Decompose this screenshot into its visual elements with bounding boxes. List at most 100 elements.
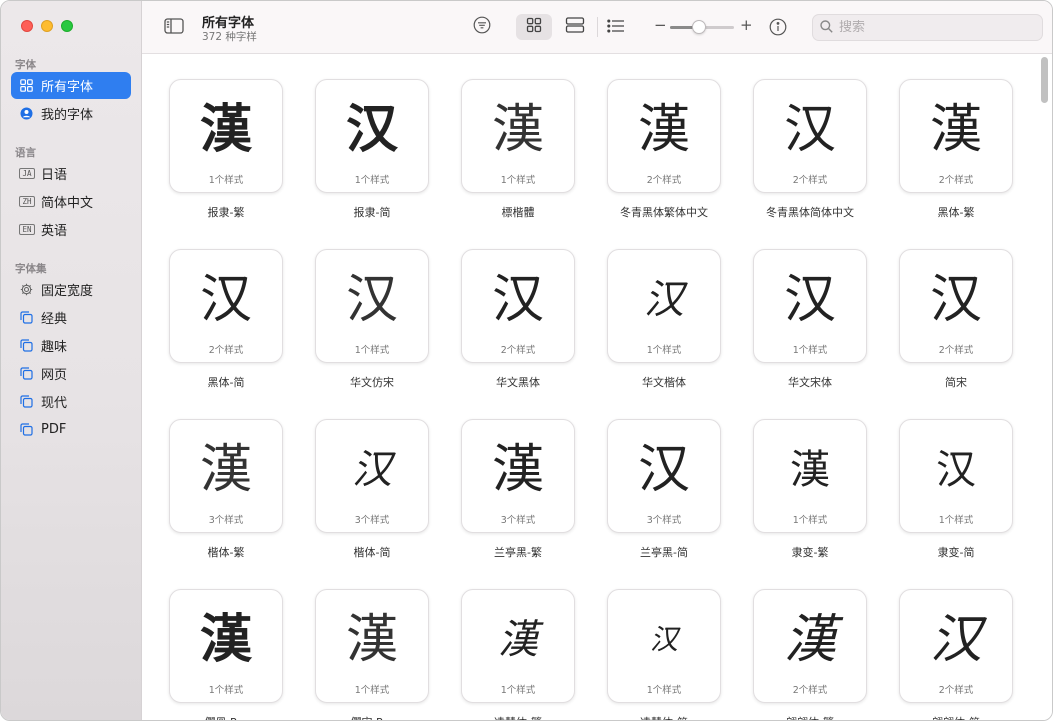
font-card[interactable]: 汉 2个样式黑体-简 (169, 249, 283, 390)
info-button[interactable] (769, 18, 787, 36)
font-card[interactable]: 漢 2个样式 冬青黑体繁体中文 (607, 79, 721, 220)
sidebar-item-pdf[interactable]: PDF (11, 416, 131, 443)
font-name: 凌慧体-简 (607, 714, 721, 720)
font-card[interactable]: 汉 1个样式 报隶-简 (315, 79, 429, 220)
sidebar-section-language: 语言 (15, 147, 36, 159)
font-preview-tile[interactable]: 汉 2个样式 (169, 249, 283, 363)
font-card[interactable]: 汉 1个样式 华文仿宋 (315, 249, 429, 390)
font-card[interactable]: 汉 2个样式 冬青黑体简体中文 (753, 79, 867, 220)
style-count: 3个样式 (208, 515, 244, 526)
font-card[interactable]: 漢 1个样式儷黑 Pro (169, 589, 283, 720)
font-card[interactable]: 漢 1个样式凌慧体-繁 (461, 589, 575, 720)
font-card[interactable]: 漢 3个样式楷体-繁 (169, 419, 283, 560)
font-preview-tile[interactable]: 漢 2个样式 (753, 589, 867, 703)
sidebar-item-japanese[interactable]: JA 日语 (11, 160, 131, 187)
minimize-window-button[interactable] (41, 20, 53, 32)
font-preview-tile[interactable]: 汉 1个样式 (607, 589, 721, 703)
style-count: 1个样式 (354, 345, 390, 356)
font-preview-tile[interactable]: 漢 1个样式 (169, 589, 283, 703)
sidebar-item-my-fonts[interactable]: 我的字体 (11, 100, 131, 127)
increase-size-icon[interactable]: + (740, 16, 753, 34)
scrollbar-thumb[interactable] (1041, 57, 1048, 103)
font-card[interactable]: 漢 1个样式 报隶-繁 (169, 79, 283, 220)
close-window-button[interactable] (21, 20, 33, 32)
filter-button[interactable] (464, 14, 500, 40)
filter-icon (473, 16, 491, 38)
font-preview-tile[interactable]: 汉 1个样式 (753, 249, 867, 363)
zoom-window-button[interactable] (61, 20, 73, 32)
font-preview-tile[interactable]: 汉 2个样式 (753, 79, 867, 193)
preview-size-slider[interactable]: − + (652, 16, 753, 37)
font-preview-tile[interactable]: 汉 2个样式 (899, 589, 1013, 703)
font-card[interactable]: 漢 1个样式隶变-繁 (753, 419, 867, 560)
font-preview-tile[interactable]: 汉 1个样式 (899, 419, 1013, 533)
font-name: 楷体-繁 (207, 546, 245, 559)
style-count: 1个样式 (500, 685, 536, 696)
font-card[interactable]: 漢 3个样式兰亭黑-繁 (461, 419, 575, 560)
font-card[interactable]: 汉 2个样式翩翩体-简 (899, 589, 1013, 720)
strip-view-button[interactable] (557, 14, 593, 40)
font-card[interactable]: 汉 3个样式 兰亭黑-简 (607, 419, 721, 560)
sidebar-item-fun[interactable]: 趣味 (11, 332, 131, 359)
font-card[interactable]: 汉 1个样式 华文楷体 (607, 249, 721, 390)
vertical-scrollbar[interactable] (1041, 57, 1049, 720)
font-preview-tile[interactable]: 汉 1个样式 (607, 249, 721, 363)
search-input[interactable] (839, 20, 1029, 35)
person-circle-icon (19, 107, 33, 121)
font-preview-tile[interactable]: 漢 1个样式 (169, 79, 283, 193)
font-preview-tile[interactable]: 汉 1个样式 (315, 79, 429, 193)
typeface-count: 372 种字样 (202, 31, 257, 43)
font-preview-tile[interactable]: 汉 3个样式 (607, 419, 721, 533)
sidebar-item-label: 所有字体 (41, 80, 94, 95)
font-card[interactable]: 汉 1个样式凌慧体-简 (607, 589, 721, 720)
sidebar-item-classic[interactable]: 经典 (11, 304, 131, 331)
search-field[interactable] (812, 14, 1043, 41)
sidebar-toggle-icon[interactable] (164, 18, 184, 34)
font-card[interactable]: 汉 2个样式 华文黑体 (461, 249, 575, 390)
sidebar-item-modern[interactable]: 现代 (11, 388, 131, 415)
font-preview-tile[interactable]: 漢 2个样式 (899, 79, 1013, 193)
font-preview-tile[interactable]: 汉 1个样式 (315, 249, 429, 363)
style-count: 3个样式 (354, 515, 390, 526)
font-sample-glyph: 汉 (345, 100, 398, 160)
style-count: 3个样式 (646, 515, 682, 526)
sidebar-item-label: 简体中文 (41, 196, 94, 211)
font-card[interactable]: 汉 1个样式 隶变-简 (899, 419, 1013, 560)
grid-view-button[interactable] (516, 14, 552, 40)
font-sample-glyph: 汉 (936, 447, 976, 493)
sidebar-item-simplified-chinese[interactable]: ZH 简体中文 (11, 188, 131, 215)
font-preview-tile[interactable]: 漢 1个样式 (315, 589, 429, 703)
font-card[interactable]: 汉 3个样式 楷体-简 (315, 419, 429, 560)
font-card[interactable]: 汉 2个样式 简宋 (899, 249, 1013, 390)
sidebar-item-web[interactable]: 网页 (11, 360, 131, 387)
list-view-button[interactable] (598, 14, 634, 40)
font-preview-tile[interactable]: 漢 1个样式 (753, 419, 867, 533)
font-name: 隶变-繁 (791, 546, 829, 559)
sidebar-item-english[interactable]: EN 英语 (11, 216, 131, 243)
font-card[interactable]: 漢 1个样式儷宋 Pro (315, 589, 429, 720)
font-preview-tile[interactable]: 漢 1个样式 (461, 79, 575, 193)
sidebar-item-fixed-width[interactable]: 固定宽度 (11, 276, 131, 303)
font-name: 黑体-简 (207, 376, 245, 389)
sidebar-item-label: 趣味 (41, 340, 68, 355)
font-sample-glyph: 汉 (644, 277, 684, 323)
decrease-size-icon[interactable]: − (654, 16, 667, 34)
font-card[interactable]: 漢 1个样式 標楷體 (461, 79, 575, 220)
font-preview-tile[interactable]: 漢 3个样式 (461, 419, 575, 533)
collection-icon (19, 367, 33, 381)
font-sample-glyph: 漢 (199, 100, 252, 160)
font-card[interactable]: 漢 2个样式 黑体-繁 (899, 79, 1013, 220)
font-preview-tile[interactable]: 漢 3个样式 (169, 419, 283, 533)
font-card[interactable]: 汉 1个样式 华文宋体 (753, 249, 867, 390)
font-preview-tile[interactable]: 漢 2个样式 (607, 79, 721, 193)
font-name: 翩翩体-简 (899, 714, 1013, 720)
font-grid-area: 漢 1个样式 报隶-繁汉 1个样式 报隶-简漢 1个样式 標楷體漢 2个样式 冬青黑体繁体中文汉… (142, 54, 1052, 720)
font-preview-tile[interactable]: 汉 3个样式 (315, 419, 429, 533)
font-card[interactable]: 漢 2个样式翩翩体-繁 (753, 589, 867, 720)
font-preview-tile[interactable]: 汉 2个样式 (899, 249, 1013, 363)
font-preview-tile[interactable]: 汉 2个样式 (461, 249, 575, 363)
font-name: 兰亭黑-繁 (494, 546, 542, 559)
font-preview-tile[interactable]: 漢 1个样式 (461, 589, 575, 703)
slider-knob[interactable] (691, 20, 706, 34)
sidebar-item-all-fonts[interactable]: 所有字体 (11, 72, 131, 99)
